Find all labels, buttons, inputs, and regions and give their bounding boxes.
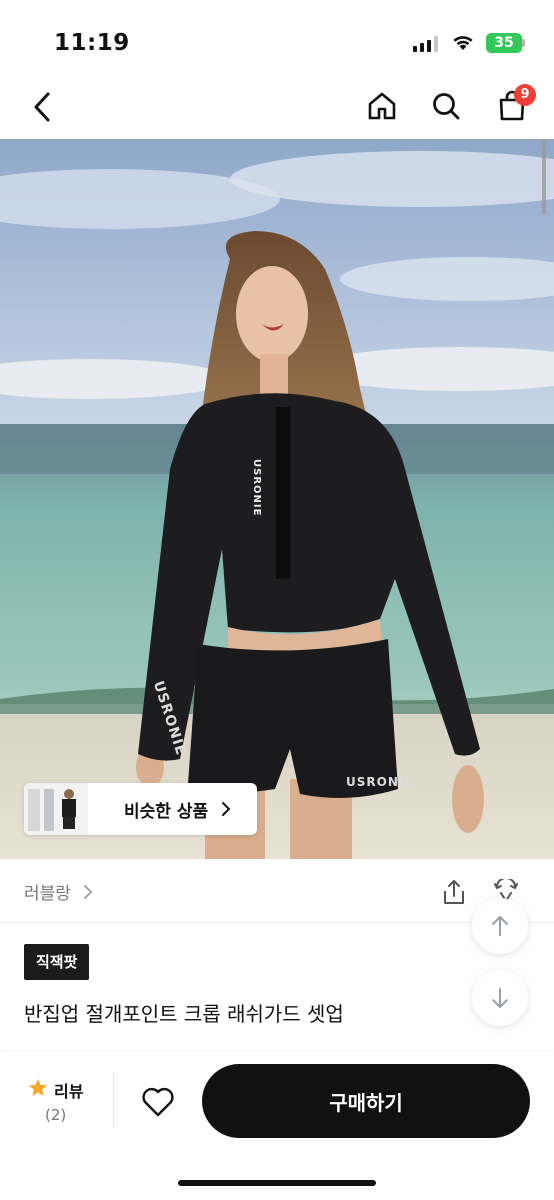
shorts-print-text: USRONIE	[346, 775, 414, 789]
heart-icon	[142, 1087, 174, 1117]
back-button[interactable]	[24, 86, 60, 128]
search-icon	[433, 93, 460, 120]
scroll-up-button[interactable]	[472, 898, 528, 954]
product-title: 반집업 절개포인트 크롭 래쉬가드 셋업	[24, 1002, 344, 1026]
divider	[0, 922, 554, 923]
zipper-print-text: USRONIE	[251, 459, 262, 517]
similar-products-thumbnail	[24, 783, 88, 835]
divider	[113, 1072, 114, 1128]
share-button[interactable]	[436, 874, 472, 910]
status-time: 11:19	[54, 30, 130, 56]
chevron-right-icon	[222, 802, 231, 816]
review-label[interactable]: 리뷰	[54, 1078, 83, 1102]
chevron-left-icon	[34, 92, 50, 122]
promo-badge: 직잭팟	[24, 944, 90, 980]
product-photo	[0, 139, 554, 859]
arrow-down-icon	[492, 988, 508, 1008]
wifi-icon	[453, 36, 473, 50]
arrow-up-icon	[492, 916, 508, 936]
shop-name: 러블랑	[24, 884, 71, 904]
search-button[interactable]	[426, 86, 466, 126]
shop-link[interactable]: 러블랑	[24, 879, 94, 904]
reviews-button[interactable]	[28, 1078, 48, 1102]
product-image[interactable]: USRONIE USRONIE USRONIE	[0, 139, 554, 859]
battery-tip	[522, 39, 525, 47]
image-scrollbar[interactable]	[542, 139, 546, 215]
chevron-right-icon	[84, 885, 93, 899]
home-button[interactable]	[362, 86, 402, 126]
star-icon	[29, 1079, 47, 1096]
similar-products-label: 비슷한 상품	[124, 801, 209, 822]
home-indicator	[178, 1180, 376, 1186]
wishlist-button[interactable]	[136, 1080, 180, 1124]
scroll-down-button[interactable]	[472, 970, 528, 1026]
cart-count-badge: 9	[514, 84, 536, 106]
cellular-signal-icon	[413, 36, 439, 52]
similar-products-button[interactable]: 비슷한 상품	[24, 783, 257, 835]
battery-icon: 35	[486, 33, 522, 53]
buy-button[interactable]: 구매하기	[202, 1064, 530, 1138]
home-icon	[368, 92, 396, 120]
share-icon	[444, 880, 464, 904]
review-count: (2)	[45, 1106, 67, 1124]
